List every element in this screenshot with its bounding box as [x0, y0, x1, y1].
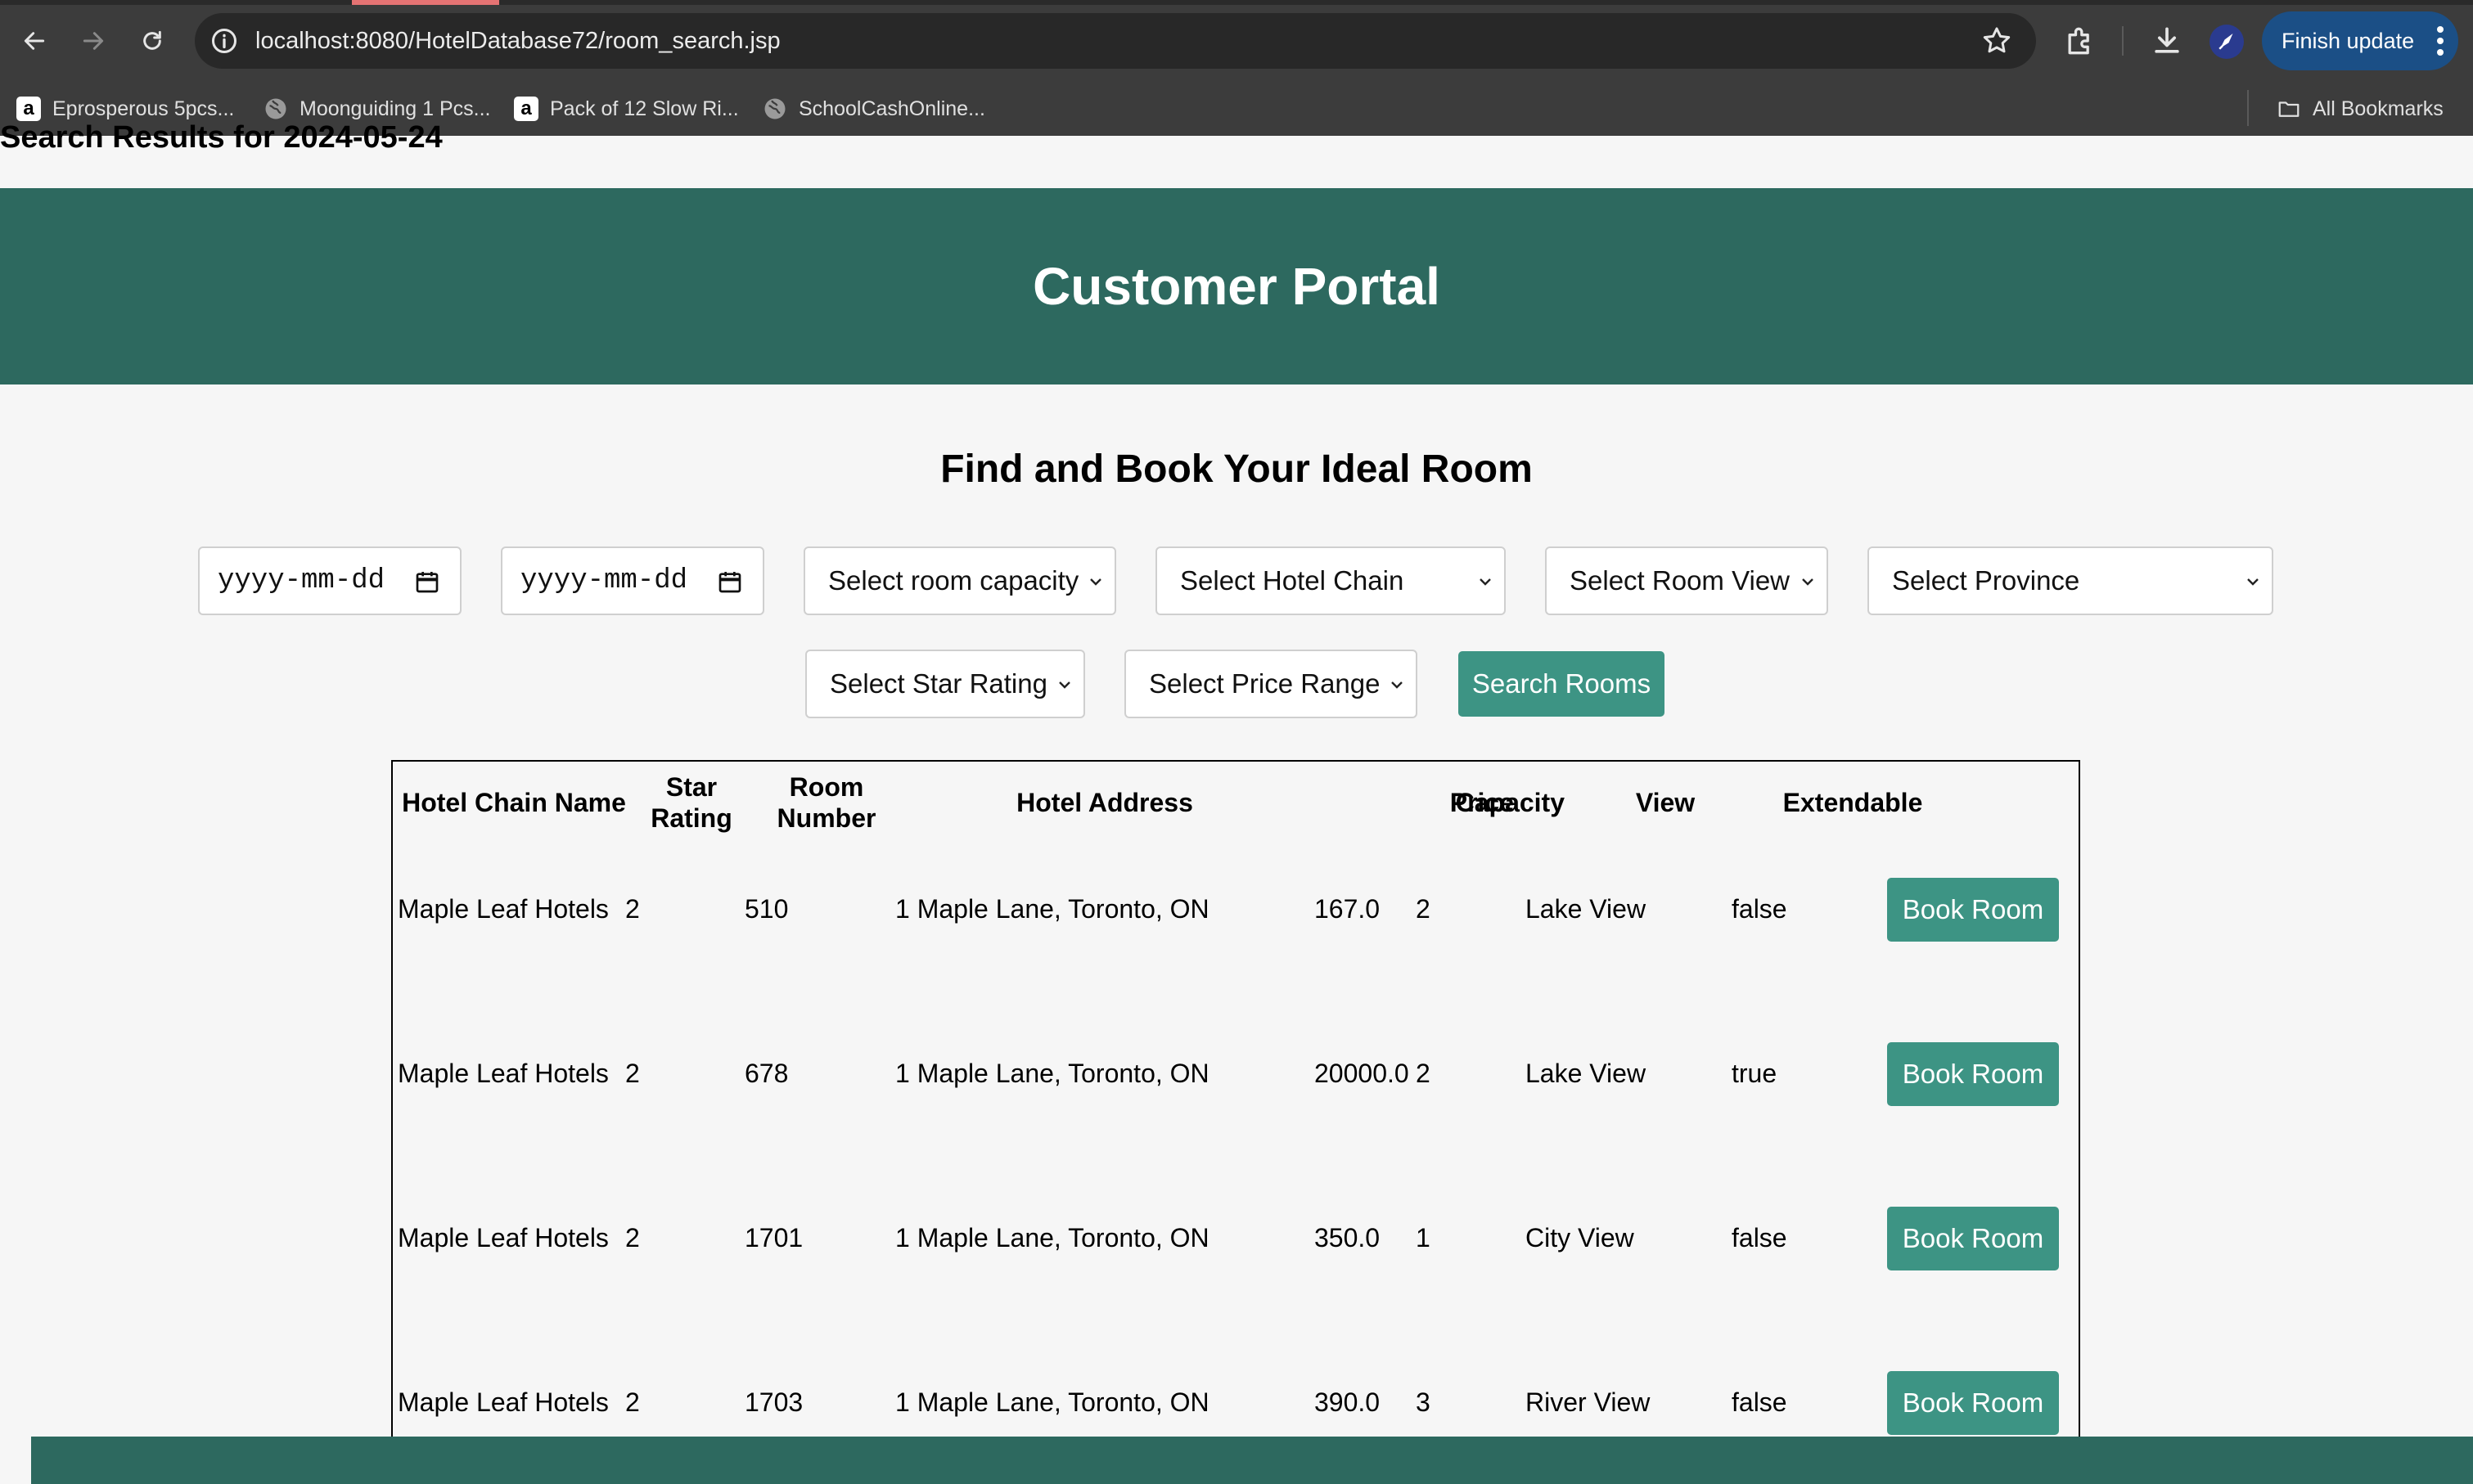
header-banner: Customer Portal — [0, 188, 2473, 384]
bookmark-label: Pack of 12 Slow Ri... — [550, 97, 739, 120]
browser-toolbar: localhost:8080/HotelDatabase72/room_sear… — [0, 0, 2473, 82]
cell-price: 167.0 — [1314, 893, 1381, 924]
room-capacity-select-value: Select room capacity — [828, 565, 1079, 596]
more-vert-icon — [2437, 26, 2444, 56]
price-range-select[interactable]: Select Price Range — [1124, 650, 1417, 718]
calendar-icon[interactable] — [414, 568, 440, 596]
toolbar-divider — [2122, 26, 2124, 56]
check-out-placeholder: yyyy-mm-dd — [520, 565, 688, 596]
cell-star-rating: 2 — [625, 893, 640, 924]
forward-arrow-icon — [83, 32, 104, 50]
book-room-button[interactable]: Book Room — [1887, 1042, 2059, 1106]
extensions-puzzle-icon[interactable] — [2062, 23, 2098, 59]
cell-address: 1 Maple Lane, Toronto, ON — [895, 1222, 1209, 1252]
bookmark-item[interactable]: SchoolCashOnline... — [763, 93, 985, 124]
table-row: Maple Leaf Hotels 2 510 1 Maple Lane, To… — [393, 827, 2079, 991]
cell-extendable: false — [1732, 1222, 1787, 1252]
cell-capacity: 2 — [1416, 893, 1430, 924]
bookmark-label: Moonguiding 1 Pcs... — [300, 97, 491, 120]
bookmark-star-icon[interactable] — [1980, 25, 2013, 57]
chevron-down-icon — [1059, 681, 1070, 689]
url-text[interactable]: localhost:8080/HotelDatabase72/room_sear… — [255, 25, 781, 57]
chevron-down-icon — [1090, 578, 1101, 586]
chevron-down-icon — [1480, 578, 1491, 586]
download-icon[interactable] — [2149, 23, 2185, 59]
back-arrow-icon — [24, 32, 45, 50]
chevron-down-icon — [1391, 681, 1403, 689]
cell-extendable: false — [1732, 893, 1787, 924]
cell-capacity: 2 — [1416, 1058, 1430, 1088]
check-out-date-input[interactable]: yyyy-mm-dd — [501, 546, 764, 615]
finish-update-button[interactable]: Finish update — [2262, 11, 2458, 70]
reload-icon — [143, 30, 161, 50]
table-row: Maple Leaf Hotels 2 678 1 Maple Lane, To… — [393, 992, 2079, 1155]
amazon-icon: a — [514, 97, 538, 121]
reload-button[interactable] — [133, 21, 172, 61]
active-tab-indicator[interactable] — [352, 0, 499, 5]
price-range-select-value: Select Price Range — [1149, 668, 1381, 699]
chevron-down-icon — [1802, 578, 1813, 586]
book-room-button[interactable]: Book Room — [1887, 1207, 2059, 1270]
cell-star-rating: 2 — [625, 1058, 640, 1088]
amazon-icon: a — [16, 97, 41, 121]
cell-star-rating: 2 — [625, 1222, 640, 1252]
cell-room-number: 678 — [745, 1058, 789, 1088]
globe-icon — [764, 98, 786, 119]
search-rooms-button[interactable]: Search Rooms — [1458, 651, 1664, 717]
cell-extendable: true — [1732, 1058, 1777, 1088]
province-select-value: Select Province — [1892, 565, 2080, 596]
room-view-select[interactable]: Select Room View — [1545, 546, 1828, 615]
star-rating-select-value: Select Star Rating — [830, 668, 1047, 699]
results-table: Hotel Chain Name Star Rating Room Number… — [391, 760, 2080, 1484]
cell-price: 20000.0 — [1314, 1058, 1409, 1088]
chevron-down-icon — [2247, 578, 2259, 586]
table-row: Maple Leaf Hotels 2 1701 1 Maple Lane, T… — [393, 1156, 2079, 1320]
all-bookmarks-button[interactable]: All Bookmarks — [2277, 93, 2444, 124]
footer-bar — [31, 1437, 2473, 1484]
globe-icon — [265, 98, 286, 119]
rocket-icon — [2218, 34, 2233, 50]
find-room-heading: Find and Book Your Ideal Room — [940, 447, 1533, 491]
cell-room-number: 1701 — [745, 1222, 804, 1252]
cell-chain: Maple Leaf Hotels — [398, 893, 609, 924]
folder-icon — [2278, 101, 2300, 117]
profile-avatar[interactable] — [2209, 25, 2244, 59]
room-capacity-select[interactable]: Select room capacity — [804, 546, 1116, 615]
back-button[interactable] — [15, 21, 54, 61]
hotel-chain-select-value: Select Hotel Chain — [1180, 565, 1404, 596]
cell-view: Lake View — [1525, 893, 1646, 924]
portal-title: Customer Portal — [1033, 257, 1440, 316]
book-room-button[interactable]: Book Room — [1887, 1371, 2059, 1435]
hotel-chain-select[interactable]: Select Hotel Chain — [1155, 546, 1506, 615]
star-rating-select[interactable]: Select Star Rating — [805, 650, 1085, 718]
cell-chain: Maple Leaf Hotels — [398, 1058, 609, 1088]
all-bookmarks-label: All Bookmarks — [2313, 97, 2444, 120]
province-select[interactable]: Select Province — [1867, 546, 2273, 615]
cell-room-number: 510 — [745, 893, 789, 924]
page-viewport: Customer Portal Find and Book Your Ideal… — [0, 136, 2473, 1484]
cell-view: Lake View — [1525, 1058, 1646, 1088]
finish-update-label: Finish update — [2282, 28, 2415, 53]
cell-address: 1 Maple Lane, Toronto, ON — [895, 893, 1209, 924]
forward-button[interactable] — [74, 21, 113, 61]
check-in-date-input[interactable]: yyyy-mm-dd — [198, 546, 462, 615]
check-in-placeholder: yyyy-mm-dd — [218, 565, 385, 596]
address-bar[interactable]: localhost:8080/HotelDatabase72/room_sear… — [195, 13, 2036, 69]
bookmark-label: SchoolCashOnline... — [799, 97, 985, 120]
cell-view: City View — [1525, 1222, 1634, 1252]
cell-chain: Maple Leaf Hotels — [398, 1222, 609, 1252]
cell-address: 1 Maple Lane, Toronto, ON — [895, 1058, 1209, 1088]
bookmark-label: Eprosperous 5pcs... — [52, 97, 235, 120]
book-room-button[interactable]: Book Room — [1887, 878, 2059, 942]
bookmark-item[interactable]: a Pack of 12 Slow Ri... — [514, 93, 739, 124]
bookmarks-divider — [2247, 90, 2249, 126]
cell-capacity: 1 — [1416, 1222, 1430, 1252]
calendar-icon[interactable] — [717, 568, 743, 596]
tab-strip — [0, 0, 2473, 5]
cell-price: 350.0 — [1314, 1222, 1381, 1252]
site-info-icon[interactable] — [209, 26, 239, 56]
room-view-select-value: Select Room View — [1570, 565, 1791, 596]
